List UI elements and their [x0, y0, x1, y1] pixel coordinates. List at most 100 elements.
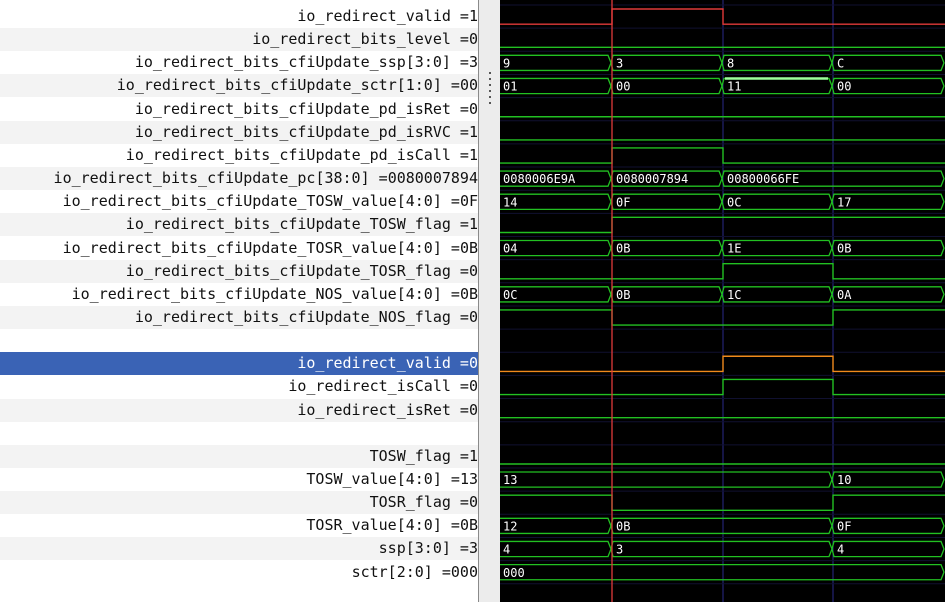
- waveform-viewer: io_redirect_valid =1 io_redirect_bits_lev…: [0, 0, 945, 602]
- signal-label: io_redirect_bits_cfiUpdate_pd_isRVC =1: [134, 122, 478, 141]
- signal-row[interactable]: io_redirect_isCall =0: [0, 375, 478, 398]
- signal-name: ssp[3:0]: [378, 539, 451, 558]
- signal-row[interactable]: io_redirect_bits_cfiUpdate_pd_isRet =0: [0, 98, 478, 121]
- bus-value-label: 0B: [837, 242, 851, 256]
- signal-row[interactable]: io_redirect_bits_cfiUpdate_NOS_flag =0: [0, 305, 478, 329]
- signal-row[interactable]: io_redirect_valid =1: [0, 5, 478, 28]
- signal-row[interactable]: TOSW_flag =1: [0, 444, 478, 468]
- signal-row[interactable]: io_redirect_isRet =0: [0, 398, 478, 422]
- signal-row[interactable]: io_redirect_bits_cfiUpdate_TOSW_flag =1: [0, 213, 478, 237]
- signal-row[interactable]: io_redirect_bits_level =0: [0, 28, 478, 52]
- signal-row[interactable]: io_redirect_bits_cfiUpdate_TOSW_value[4:…: [0, 190, 478, 213]
- signal-label: io_redirect_bits_cfiUpdate_TOSR_flag =0: [125, 261, 478, 280]
- signal-row[interactable]: sctr[2:0] =000: [0, 561, 478, 584]
- bus-value-label: 0C: [503, 288, 517, 302]
- signal-value: 0: [468, 493, 478, 512]
- bus-value-label: 3: [616, 543, 623, 557]
- bus-value-label: 0B: [616, 288, 630, 302]
- signal-row[interactable]: io_redirect_bits_cfiUpdate_pc[38:0] =008…: [0, 167, 478, 191]
- bus-value-label: 04: [503, 242, 517, 256]
- signal-row[interactable]: io_redirect_bits_cfiUpdate_pd_isCall =1: [0, 144, 478, 167]
- signal-value: 13: [459, 470, 478, 488]
- signal-row[interactable]: io_redirect_bits_cfiUpdate_pd_isRVC =1: [0, 120, 478, 144]
- bus-value-label: 17: [837, 195, 851, 209]
- signal-row[interactable]: io_redirect_bits_cfiUpdate_sctr[1:0] =00: [0, 74, 478, 98]
- signal-row[interactable]: io_redirect_bits_cfiUpdate_NOS_value[4:0…: [0, 283, 478, 306]
- signal-label: io_redirect_bits_cfiUpdate_NOS_value[4:0…: [71, 284, 478, 303]
- signal-name: io_redirect_bits_cfiUpdate_sctr[1:0]: [116, 76, 442, 95]
- signal-value: 000: [450, 562, 478, 581]
- bus-value-label: 0B: [616, 242, 630, 256]
- bus-value-label: 00800066FE: [727, 172, 799, 186]
- bus-value-label: 3: [616, 56, 623, 70]
- signal-row[interactable]: TOSW_value[4:0] =13: [0, 468, 478, 491]
- signal-name: TOSR_value[4:0]: [306, 516, 442, 535]
- signal-label: TOSW_value[4:0] =13: [306, 470, 478, 488]
- bus-value-label: 00: [616, 80, 630, 94]
- signal-value: 0: [468, 99, 478, 118]
- bus-value-label: 14: [503, 195, 517, 209]
- bus-value-label: 000: [503, 566, 525, 580]
- signal-value: 1: [468, 7, 478, 25]
- signal-name: io_redirect_bits_cfiUpdate_TOSR_value[4:…: [62, 238, 442, 257]
- waveform-pane[interactable]: 9 3 8 C 01 00 11 00 0080006E9A 0080007894 00800066…: [500, 0, 945, 602]
- bus-value-label: 9: [503, 56, 510, 70]
- blank-row[interactable]: [0, 422, 478, 445]
- signal-name: io_redirect_valid: [297, 7, 451, 25]
- signal-label: io_redirect_bits_cfiUpdate_sctr[1:0] =00: [116, 76, 478, 95]
- bus-value-label: 4: [837, 543, 844, 557]
- signal-label: io_redirect_bits_cfiUpdate_NOS_flag =0: [134, 307, 478, 326]
- signal-name: TOSR_flag: [369, 493, 451, 512]
- signal-name: TOSW_value[4:0]: [306, 470, 442, 488]
- signal-label: TOSR_flag =0: [369, 493, 478, 512]
- signal-name-pane: io_redirect_valid =1 io_redirect_bits_lev…: [0, 0, 478, 602]
- signal-name: io_redirect_isCall: [288, 377, 451, 396]
- bus-value-label: 8: [727, 56, 734, 70]
- signal-value: 0F: [459, 192, 478, 211]
- signal-label: io_redirect_bits_level =0: [252, 30, 478, 49]
- signal-name: io_redirect_bits_cfiUpdate_pc[38:0]: [53, 169, 370, 188]
- signal-name: io_redirect_bits_cfiUpdate_TOSW_flag: [125, 215, 451, 234]
- signal-label: io_redirect_valid =1: [297, 7, 478, 25]
- signal-name: sctr[2:0]: [351, 562, 433, 581]
- bus-value-label: 0B: [616, 519, 630, 533]
- signal-label: io_redirect_bits_cfiUpdate_ssp[3:0] =3: [134, 53, 478, 72]
- blank-row[interactable]: [0, 329, 478, 352]
- signal-value: 0: [468, 400, 478, 419]
- signal-name: io_redirect_bits_cfiUpdate_ssp[3:0]: [134, 53, 451, 72]
- bus-value-label: 12: [503, 519, 517, 533]
- signal-name: io_redirect_bits_cfiUpdate_pd_isRet: [134, 99, 451, 118]
- signal-value: 0: [468, 261, 478, 280]
- signal-label: io_redirect_bits_cfiUpdate_TOSW_flag =1: [125, 215, 478, 234]
- signal-value: 1: [468, 145, 478, 164]
- bus-value-label: 0C: [727, 195, 741, 209]
- signal-value: 0: [468, 30, 478, 49]
- bus-value-label: 13: [503, 473, 517, 487]
- signal-name: io_redirect_bits_cfiUpdate_TOSR_flag: [125, 261, 451, 280]
- signal-row[interactable]: io_redirect_bits_cfiUpdate_TOSR_value[4:…: [0, 237, 478, 260]
- signal-label: sctr[2:0] =000: [351, 562, 478, 581]
- signal-row[interactable]: TOSR_flag =0: [0, 491, 478, 515]
- bus-value-label: C: [837, 56, 844, 70]
- splitter-grip-icon[interactable]: [488, 72, 492, 108]
- signal-name: io_redirect_isRet: [297, 400, 451, 419]
- signal-name: io_redirect_valid: [297, 354, 451, 373]
- bus-value-label: 0080007894: [616, 172, 688, 186]
- signal-value: 3: [468, 539, 478, 558]
- signal-value: 1: [468, 122, 478, 141]
- signal-name: io_redirect_bits_cfiUpdate_NOS_flag: [134, 307, 451, 326]
- signal-label: io_redirect_isCall =0: [288, 377, 478, 396]
- signal-row[interactable]: TOSR_value[4:0] =0B: [0, 514, 478, 537]
- signal-row[interactable]: io_redirect_bits_cfiUpdate_ssp[3:0] =3: [0, 51, 478, 74]
- signal-label: io_redirect_bits_cfiUpdate_TOSW_value[4:…: [62, 192, 478, 211]
- bus-value-label: 11: [727, 80, 741, 94]
- signal-row[interactable]: io_redirect_valid =0: [0, 352, 478, 376]
- signal-label: io_redirect_bits_cfiUpdate_pc[38:0] =008…: [53, 169, 478, 188]
- signal-row[interactable]: io_redirect_bits_cfiUpdate_TOSR_flag =0: [0, 259, 478, 283]
- signal-value: 0B: [459, 284, 478, 303]
- signal-name: io_redirect_bits_cfiUpdate_NOS_value[4:0…: [71, 284, 442, 303]
- signal-row[interactable]: ssp[3:0] =3: [0, 537, 478, 561]
- signal-value: 0: [468, 354, 478, 373]
- signal-name: TOSW_flag: [369, 446, 451, 465]
- signal-label: io_redirect_bits_cfiUpdate_pd_isCall =1: [125, 145, 478, 164]
